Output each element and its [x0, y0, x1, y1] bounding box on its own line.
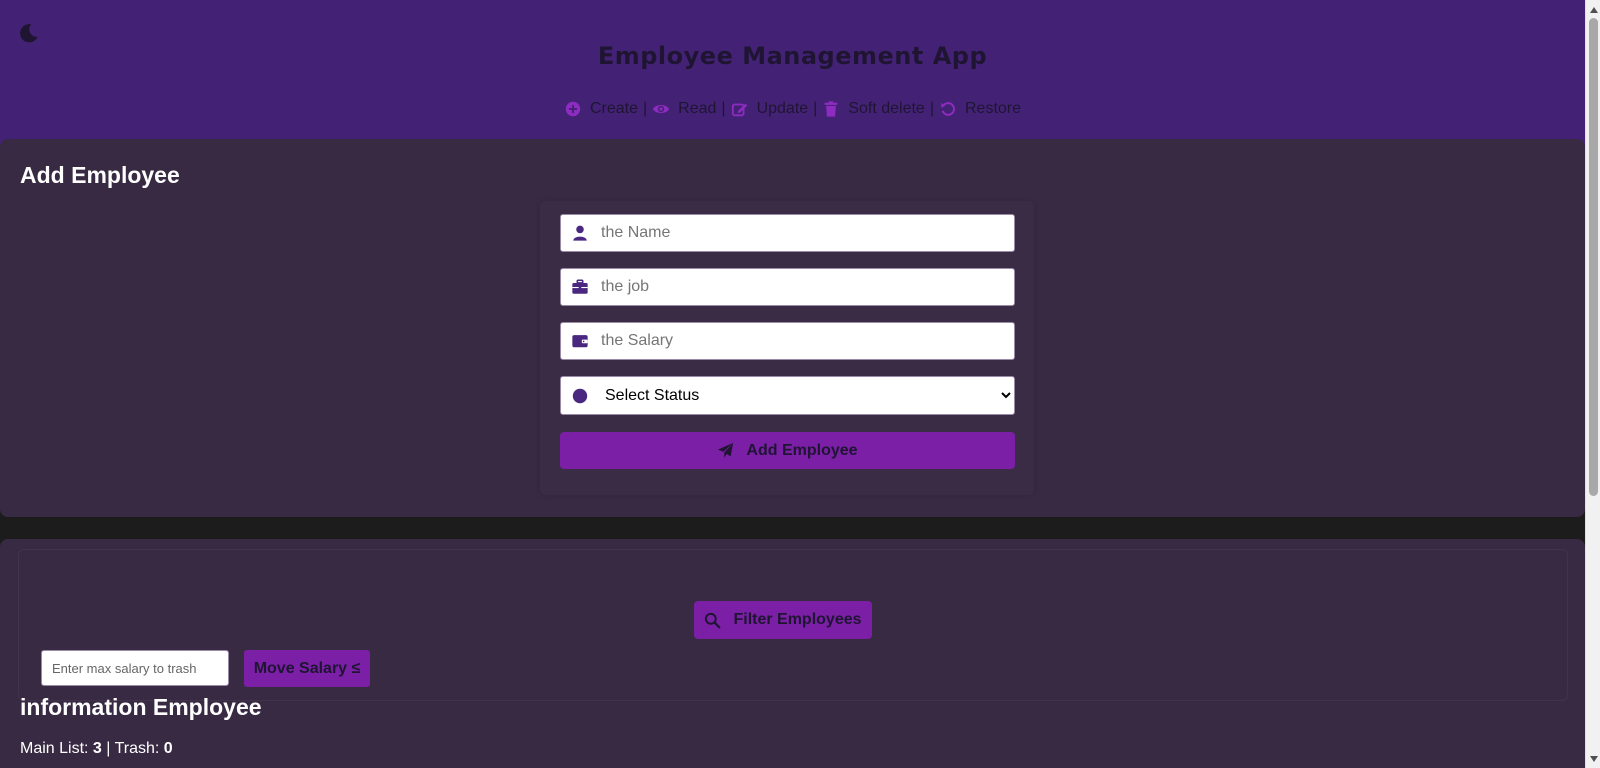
paper-plane-icon — [718, 442, 734, 458]
job-input[interactable] — [601, 269, 1014, 305]
nav-separator: | — [643, 100, 648, 117]
briefcase-icon — [572, 279, 588, 294]
moon-icon — [20, 24, 38, 43]
nav-separator: | — [813, 100, 818, 117]
add-employee-button-label: Add Employee — [746, 441, 858, 459]
trash-label: Trash: — [114, 740, 160, 757]
circle-icon — [572, 388, 588, 403]
max-salary-trash-input[interactable] — [41, 650, 229, 686]
arrow-up-icon — [1589, 6, 1598, 13]
filter-panel: Filter Employees Move Salary ≤ — [18, 549, 1568, 701]
nav-item-restore[interactable]: Restore — [939, 100, 1021, 118]
add-employee-form: Select Status Add Employee — [540, 201, 1034, 495]
search-icon — [705, 612, 721, 628]
counts-separator: | — [106, 740, 115, 757]
name-field[interactable] — [560, 214, 1015, 252]
nav-item-soft-delete[interactable]: Soft delete — [822, 100, 925, 118]
move-salary-button[interactable]: Move Salary ≤ — [244, 650, 370, 687]
employee-info-card: Filter Employees Move Salary ≤ informati… — [0, 539, 1585, 768]
trash-count: 0 — [163, 740, 173, 757]
job-field[interactable] — [560, 268, 1015, 306]
scroll-up-button[interactable] — [1586, 2, 1600, 17]
nav-separator: | — [721, 100, 726, 117]
page: Employee Management App Create | Read | … — [0, 0, 1585, 768]
salary-field[interactable] — [560, 322, 1015, 360]
nav-separator: | — [929, 100, 934, 117]
crud-nav: Create | Read | Update | Soft delete | R… — [0, 100, 1585, 118]
status-field[interactable]: Select Status — [560, 376, 1015, 415]
app-title: Employee Management App — [597, 42, 988, 70]
plus-circle-icon — [565, 101, 581, 117]
nav-item-update[interactable]: Update — [731, 100, 809, 118]
nav-label-soft-delete: Soft delete — [848, 100, 925, 117]
information-employee-heading: information Employee — [20, 694, 262, 720]
name-input[interactable] — [601, 215, 1014, 251]
add-employee-heading: Add Employee — [20, 162, 180, 188]
main-list-count: 3 — [92, 740, 102, 757]
add-employee-button[interactable]: Add Employee — [560, 432, 1015, 469]
nav-label-restore: Restore — [964, 100, 1022, 117]
eye-icon — [653, 104, 670, 114]
nav-label-read: Read — [678, 100, 717, 117]
app-header: Employee Management App Create | Read | … — [0, 0, 1585, 145]
salary-input[interactable] — [601, 323, 1014, 359]
wallet-icon — [572, 335, 588, 348]
add-employee-card: Add Employee the Name the job the Salary… — [0, 139, 1585, 517]
arrow-down-icon — [1589, 755, 1598, 762]
restore-icon — [941, 102, 955, 116]
filter-employees-label: Filter Employees — [733, 611, 862, 628]
filter-employees-button[interactable]: Filter Employees — [694, 601, 872, 639]
status-select[interactable]: Select Status — [601, 377, 1014, 414]
nav-item-create[interactable]: Create — [564, 100, 638, 118]
scrollbar-thumb[interactable] — [1589, 18, 1598, 496]
edit-icon — [731, 103, 747, 117]
trash-icon — [825, 101, 838, 117]
user-icon — [573, 225, 587, 241]
nav-label-update: Update — [756, 100, 809, 117]
main-list-label: Main List: — [20, 740, 89, 757]
nav-label-create: Create — [589, 100, 639, 117]
scroll-down-button[interactable] — [1586, 751, 1600, 766]
nav-item-read[interactable]: Read — [652, 100, 716, 118]
page-scrollbar[interactable] — [1585, 0, 1600, 768]
list-counts: Main List: 3 | Trash: 0 — [20, 740, 173, 758]
